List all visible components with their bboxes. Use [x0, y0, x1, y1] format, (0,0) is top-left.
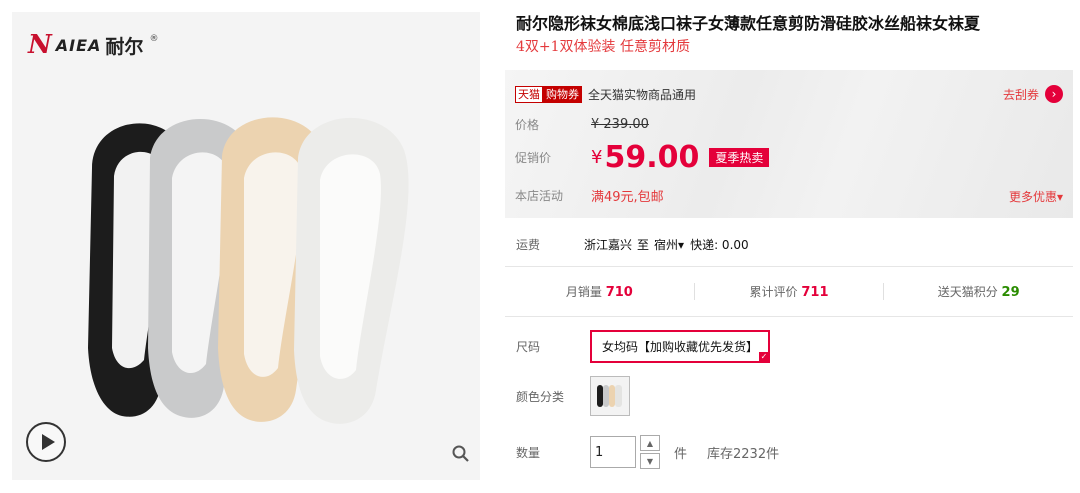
more-offers-label: 更多优惠: [1008, 190, 1057, 204]
currency-symbol: ¥: [591, 147, 603, 168]
coupon-row: 天猫 购物券 全天猫实物商品通用: [515, 86, 696, 103]
more-offers-link[interactable]: 更多优惠▾: [1009, 188, 1063, 205]
brand-mark: N: [28, 30, 52, 60]
total-reviews[interactable]: 累计评价 711: [693, 282, 884, 300]
quantity-unit: 件: [674, 446, 688, 462]
express-fee: 快递: 0.00: [690, 238, 749, 252]
socks-thumbnail-image: [597, 385, 622, 407]
destination-select[interactable]: 宿州▾: [654, 236, 684, 253]
arrow-right-icon: ›: [1045, 85, 1063, 103]
chevron-down-icon: ▾: [678, 238, 685, 252]
color-label: 颜色分类: [516, 389, 565, 404]
product-title: 耐尔隐形袜女棉底浅口袜子女薄款任意剪防滑硅胶冰丝船袜女袜夏: [516, 14, 981, 33]
activity-text: 满49元,包邮: [591, 190, 664, 205]
color-row: 颜色分类: [516, 376, 630, 416]
shipping-to: 至: [637, 238, 650, 252]
original-price: ¥ 239.00: [591, 117, 649, 132]
tmall-points: 送天猫积分 29: [883, 282, 1073, 300]
quantity-row: 数量 1 ▲ ▼ 件 库存2232件: [516, 435, 779, 469]
brand-name-cn: 耐尔: [105, 35, 144, 58]
sale-price: 59.00: [604, 140, 700, 175]
product-image-gallery[interactable]: N AIEA 耐尔 ®: [12, 12, 480, 480]
coupon-tag: 购物券: [543, 86, 582, 103]
brand-word: AIEA: [55, 35, 102, 55]
activity-label: 本店活动: [515, 189, 564, 203]
size-option-selected[interactable]: 女均码【加购收藏优先发货】: [590, 330, 771, 363]
tmall-tag: 天猫: [515, 86, 543, 103]
monthly-sales-value: 710: [605, 284, 633, 300]
destination-label: 宿州: [654, 238, 679, 252]
price-label: 价格: [515, 118, 540, 132]
chevron-down-icon: ▾: [1056, 190, 1063, 204]
divider: [505, 266, 1073, 267]
tmall-points-value: 29: [1001, 284, 1020, 300]
get-coupon-label: 去刮券: [1002, 87, 1039, 102]
get-coupon-link[interactable]: 去刮券 ›: [1003, 85, 1063, 103]
sale-price-row: 促销价 ¥ 59.00 夏季热卖: [515, 140, 770, 175]
color-option-thumbnail[interactable]: [590, 376, 630, 416]
season-badge: 夏季热卖: [709, 148, 770, 167]
quantity-stepper: ▲ ▼: [640, 435, 660, 469]
monthly-sales-label: 月销量: [565, 284, 602, 299]
chevron-down-icon[interactable]: ▼: [640, 453, 660, 469]
chevron-up-icon[interactable]: ▲: [640, 435, 660, 451]
product-subtitle: 4双+1双体验装 任意剪材质: [516, 39, 690, 55]
sale-label: 促销价: [515, 151, 552, 165]
shipping-origin: 浙江嘉兴: [584, 238, 633, 252]
size-label: 尺码: [516, 340, 541, 354]
divider: [505, 316, 1073, 317]
socks-product-image: [88, 117, 409, 424]
sock-white: [294, 117, 409, 424]
size-row: 尺码 女均码【加购收藏优先发货】: [516, 330, 771, 363]
quantity-input[interactable]: 1: [590, 436, 636, 468]
shipping-row: 运费 浙江嘉兴 至 宿州▾ 快递: 0.00: [516, 236, 749, 253]
monthly-sales: 月销量 710: [505, 283, 694, 300]
brand-logo: N AIEA 耐尔 ®: [28, 30, 158, 60]
registered-mark: ®: [149, 34, 159, 44]
search-icon[interactable]: [452, 445, 470, 468]
play-video-button[interactable]: [26, 422, 66, 462]
shipping-label: 运费: [516, 238, 541, 252]
store-activity-row: 本店活动 满49元,包邮: [515, 186, 664, 205]
price-promo-panel: 天猫 购物券 全天猫实物商品通用 去刮券 › 价格 ¥ 239.00 促销价 ¥…: [505, 70, 1073, 218]
sales-stats: 月销量 710 累计评价 711 送天猫积分 29: [505, 272, 1073, 310]
quantity-label: 数量: [516, 445, 541, 460]
total-reviews-label: 累计评价: [749, 284, 798, 299]
tmall-points-label: 送天猫积分: [937, 284, 998, 299]
total-reviews-value: 711: [801, 284, 829, 300]
coupon-text: 全天猫实物商品通用: [588, 88, 697, 102]
stock-count: 库存2232件: [707, 446, 780, 462]
original-price-row: 价格 ¥ 239.00: [515, 116, 649, 133]
